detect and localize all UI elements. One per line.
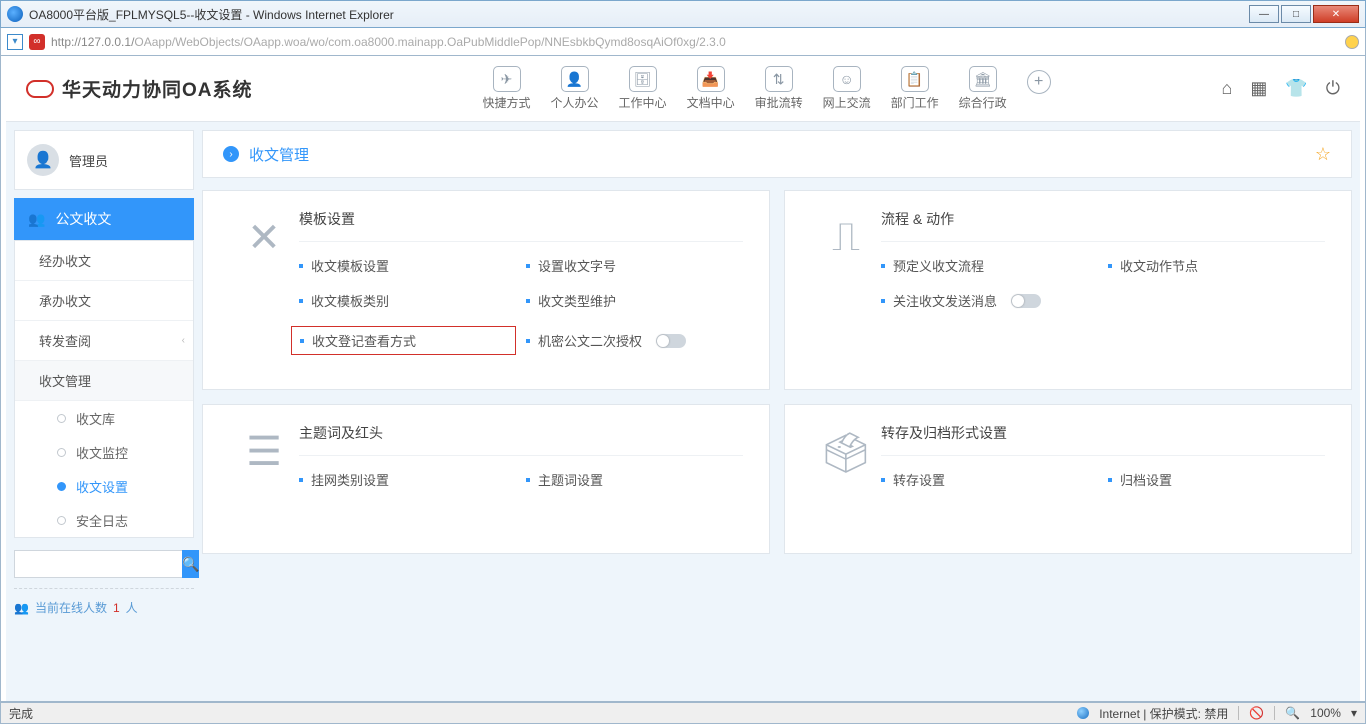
card-template-settings: ✕ 模板设置 收文模板设置 设置收文字号 收文模板类别 收文类型维护 收文登记查… <box>202 190 770 390</box>
main-content: › 收文管理 ☆ ✕ 模板设置 收文模板设置 设置收文字号 收文模板类别 收文类… <box>202 122 1360 701</box>
page-title: 收文管理 <box>249 144 309 165</box>
people-icon: 👥 <box>14 601 29 615</box>
nav-dept-work[interactable]: 📋部门工作 <box>891 66 939 111</box>
user-card[interactable]: 👤 管理员 <box>14 130 194 190</box>
person-icon: 👤 <box>561 66 589 92</box>
card-title: 主题词及红头 <box>299 423 743 456</box>
toggle-follow-msg[interactable] <box>1011 294 1041 308</box>
zoom-value: 100% <box>1310 706 1341 720</box>
subitem-log[interactable]: 安全日志 <box>15 503 193 537</box>
globe-icon <box>1077 707 1089 719</box>
people-icon: 👥 <box>28 211 45 228</box>
link-transfer-set[interactable]: 转存设置 <box>881 470 1098 489</box>
subitem-settings[interactable]: 收文设置 <box>15 469 193 503</box>
nav-admin[interactable]: 🏛综合行政 <box>959 66 1007 111</box>
nav-shortcut[interactable]: ✈快捷方式 <box>483 66 531 111</box>
toggle-secret-reauth[interactable] <box>656 334 686 348</box>
status-bar: 完成 Internet | 保护模式: 禁用 🚫 🔍 100% ▾ <box>0 702 1366 724</box>
card-flow-actions: ⎍ 流程 & 动作 预定义收文流程 收文动作节点 关注收文发送消息 <box>784 190 1352 390</box>
nav-online-chat[interactable]: ☺网上交流 <box>823 66 871 111</box>
window-titlebar: OA8000平台版_FPLMYSQL5--收文设置 - Windows Inte… <box>0 0 1366 28</box>
building-icon: 🏛 <box>969 66 997 92</box>
logo: 华天动力协同OA系统 <box>26 75 253 102</box>
card-subject-redhead: ☰ 主题词及红头 挂网类别设置 主题词设置 <box>202 404 770 554</box>
chat-icon: ☺ <box>833 66 861 92</box>
nav-work-center[interactable]: 🗄工作中心 <box>619 66 667 111</box>
card-title: 转存及归档形式设置 <box>881 423 1325 456</box>
link-net-category[interactable]: 挂网类别设置 <box>299 470 516 489</box>
sidebar-item-handle[interactable]: 经办收文 <box>15 241 193 281</box>
window-title: OA8000平台版_FPLMYSQL5--收文设置 - Windows Inte… <box>29 6 394 23</box>
power-icon[interactable]: ⏻ <box>1326 78 1340 99</box>
minimize-button[interactable]: — <box>1249 5 1279 23</box>
online-status: 👥 当前在线人数 1人 <box>14 588 194 616</box>
card-title: 模板设置 <box>299 209 743 242</box>
flow-icon: ⇅ <box>765 66 793 92</box>
zone-text: Internet | 保护模式: 禁用 <box>1099 705 1228 722</box>
app-viewport: 华天动力协同OA系统 ✈快捷方式 👤个人办公 🗄工作中心 📥文档中心 ⇅审批流转… <box>0 56 1366 702</box>
security-shield-icon[interactable]: ▾ <box>7 34 23 50</box>
favicon-icon: ∞ <box>29 34 45 50</box>
apps-icon[interactable]: ▦ <box>1250 78 1267 99</box>
logo-text: 华天动力协同OA系统 <box>62 75 253 102</box>
sidebar-item-forward[interactable]: 转发查阅‹ <box>15 321 193 361</box>
close-button[interactable]: ✕ <box>1313 5 1359 23</box>
ie-icon <box>7 6 23 22</box>
link-set-number[interactable]: 设置收文字号 <box>526 256 743 275</box>
user-name: 管理员 <box>69 151 108 170</box>
protected-mode-icon[interactable]: 🚫 <box>1249 706 1264 720</box>
link-action-node[interactable]: 收文动作节点 <box>1108 256 1325 275</box>
breadcrumb: › 收文管理 ☆ <box>202 130 1352 178</box>
link-register-view-mode[interactable]: 收文登记查看方式 <box>291 326 516 355</box>
url-field[interactable]: http://127.0.0.1/OAapp/WebObjects/OAapp.… <box>51 35 1339 49</box>
search-row: 🔍 <box>14 550 194 578</box>
logo-mark-icon <box>26 80 54 98</box>
list-gear-icon: ☰ <box>229 423 299 529</box>
link-subject-set[interactable]: 主题词设置 <box>526 470 743 489</box>
maximize-button[interactable]: □ <box>1281 5 1311 23</box>
briefcase-icon: 🗄 <box>629 66 657 92</box>
home-icon[interactable]: ⌂ <box>1221 78 1232 99</box>
bars-gear-icon: ⎍ <box>811 209 881 365</box>
address-bar: ▾ ∞ http://127.0.0.1/OAapp/WebObjects/OA… <box>0 28 1366 56</box>
card-title: 流程 & 动作 <box>881 209 1325 242</box>
link-predef-flow[interactable]: 预定义收文流程 <box>881 256 1098 275</box>
search-input[interactable] <box>14 550 182 578</box>
calendar-icon: 📋 <box>901 66 929 92</box>
paper-plane-icon: ✈ <box>493 66 521 92</box>
status-text: 完成 <box>9 705 33 722</box>
chevron-left-icon: ‹ <box>182 335 185 346</box>
link-template-category[interactable]: 收文模板类别 <box>299 291 516 310</box>
link-secret-reauth[interactable]: 机密公文二次授权 <box>526 326 743 355</box>
topbar: 华天动力协同OA系统 ✈快捷方式 👤个人办公 🗄工作中心 📥文档中心 ⇅审批流转… <box>6 56 1360 122</box>
card-archive-form: 🗳 转存及归档形式设置 转存设置 归档设置 <box>784 404 1352 554</box>
avatar-icon: 👤 <box>27 144 59 176</box>
subitem-monitor[interactable]: 收文监控 <box>15 435 193 469</box>
link-follow-send-msg[interactable]: 关注收文发送消息 <box>881 291 1098 310</box>
sidebar-panel: 经办收文 承办收文 转发查阅‹ 收文管理 收文库 收文监控 收文设置 安全日志 <box>14 240 194 538</box>
top-nav: ✈快捷方式 👤个人办公 🗄工作中心 📥文档中心 ⇅审批流转 ☺网上交流 📋部门工… <box>483 66 1051 111</box>
chevron-right-icon: › <box>223 146 239 162</box>
link-template-set[interactable]: 收文模板设置 <box>299 256 516 275</box>
nav-personal[interactable]: 👤个人办公 <box>551 66 599 111</box>
link-type-maintain[interactable]: 收文类型维护 <box>526 291 743 310</box>
zoom-dropdown-icon[interactable]: ▾ <box>1351 706 1357 720</box>
archive-box-icon: 🗳 <box>811 423 881 529</box>
sidebar-header[interactable]: 👥 公文收文 <box>14 198 194 240</box>
shirt-icon[interactable]: 👕 <box>1285 78 1307 99</box>
nav-approval[interactable]: ⇅审批流转 <box>755 66 803 111</box>
search-button[interactable]: 🔍 <box>182 550 199 578</box>
subitem-archive[interactable]: 收文库 <box>15 401 193 435</box>
nav-add-button[interactable]: + <box>1027 70 1051 94</box>
star-icon[interactable]: ☆ <box>1315 144 1331 165</box>
inbox-icon: 📥 <box>697 66 725 92</box>
nav-doc-center[interactable]: 📥文档中心 <box>687 66 735 111</box>
link-archive-set[interactable]: 归档设置 <box>1108 470 1325 489</box>
zoom-out-button[interactable]: 🔍 <box>1285 706 1300 720</box>
tools-icon: ✕ <box>229 209 299 365</box>
sidebar-item-manage[interactable]: 收文管理 <box>15 361 193 401</box>
compatibility-icon[interactable] <box>1345 35 1359 49</box>
sidebar-item-undertake[interactable]: 承办收文 <box>15 281 193 321</box>
sidebar: 👤 管理员 👥 公文收文 经办收文 承办收文 转发查阅‹ 收文管理 收文库 收文… <box>6 122 202 701</box>
